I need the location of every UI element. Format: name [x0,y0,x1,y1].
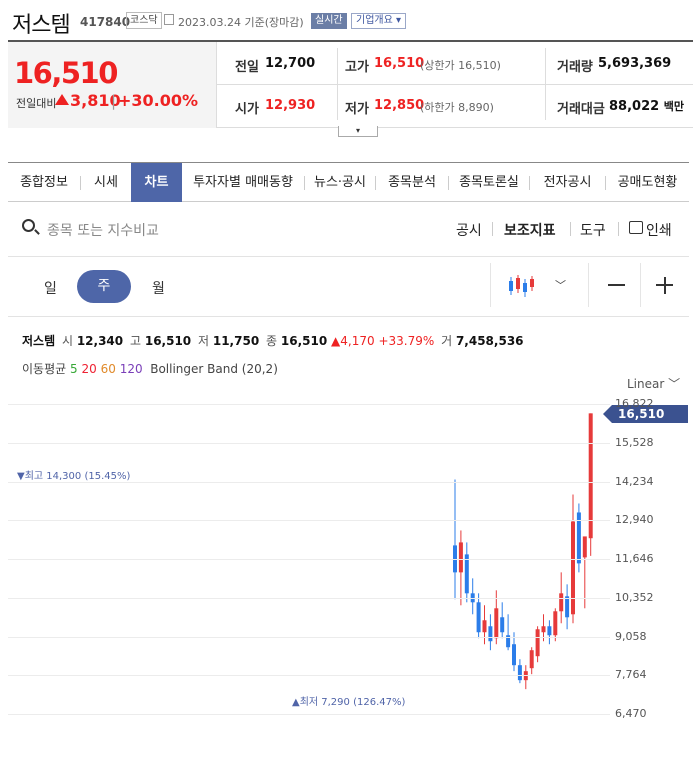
period-high-note: ▼최고 14,300 (15.45%) [17,471,131,482]
candle[interactable] [470,578,475,615]
candle[interactable] [458,530,463,606]
grid-line [8,520,610,522]
grid-line [8,714,610,715]
y-axis-tick-label: 12,940 [615,513,654,527]
candle[interactable] [565,584,570,630]
y-axis-tick-label: 10,352 [615,590,654,604]
candle[interactable] [576,503,581,573]
grid-line [8,675,610,677]
y-axis-tick-label: 7,764 [615,668,647,682]
candle[interactable] [547,620,552,645]
candle[interactable] [529,647,534,675]
period-low-note: ▲최저 7,290 (126.47%) [292,697,406,708]
y-axis-tick-label: 6,470 [615,707,647,720]
y-axis-tick-label: 14,234 [615,474,654,488]
grid-line [8,442,610,444]
y-axis-tick-label: 9,058 [615,629,647,643]
candle[interactable] [535,626,540,663]
candle[interactable] [488,614,493,651]
grid-line [8,636,610,638]
candle[interactable] [512,632,516,672]
candle[interactable] [523,665,528,690]
candle[interactable] [453,479,457,600]
candle[interactable] [517,659,522,684]
candlestick-chart[interactable] [0,0,693,764]
candle[interactable] [588,413,593,556]
candle[interactable] [476,593,481,639]
grid-line [8,481,610,483]
y-axis-tick-label: 15,528 [615,435,654,449]
grid-line [8,597,610,599]
y-axis-tick-label: 16,822 [615,397,654,410]
candle[interactable] [482,605,487,645]
grid-line [8,404,610,405]
candle[interactable] [506,614,511,651]
candle[interactable] [464,542,469,603]
y-axis-tick-label: 11,646 [615,552,654,565]
grid-line [8,559,610,560]
candle[interactable] [500,602,505,639]
